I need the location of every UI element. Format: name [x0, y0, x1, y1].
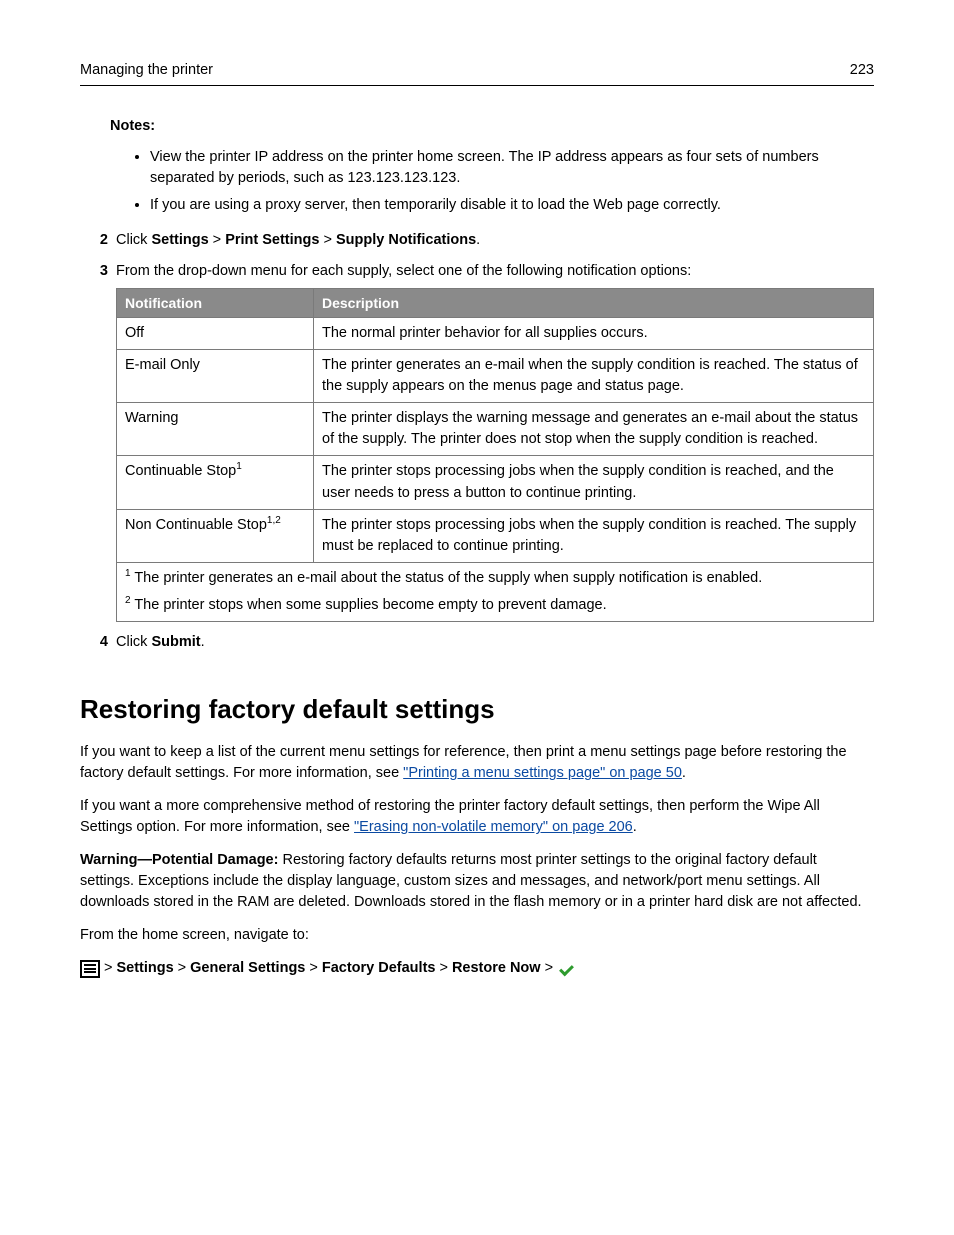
footnote-text: The printer stops when some supplies bec…	[131, 597, 607, 613]
footnote-ref: 1	[236, 462, 242, 473]
text: Continuable Stop	[125, 463, 236, 479]
cell-notification: Off	[117, 318, 314, 350]
text: >	[545, 958, 553, 979]
text: .	[201, 634, 205, 650]
header-title: Managing the printer	[80, 60, 213, 81]
paragraph: If you want to keep a list of the curren…	[80, 742, 874, 784]
link-print-menu-settings[interactable]: "Printing a menu settings page" on page …	[403, 765, 682, 781]
notes-list: View the printer IP address on the print…	[110, 147, 874, 216]
footnote-ref: 1,2	[267, 515, 281, 526]
table-footnotes: 1 The printer generates an e-mail about …	[117, 562, 874, 621]
path-segment: Restore Now	[452, 958, 541, 979]
text: >	[104, 958, 112, 979]
text: >	[309, 958, 317, 979]
step-number: 3	[80, 261, 116, 621]
cell-description: The printer stops processing jobs when t…	[314, 509, 874, 562]
step-number: 2	[80, 230, 116, 251]
text: From the drop-down menu for each supply,…	[116, 263, 691, 279]
col-notification: Notification	[117, 289, 314, 318]
cell-description: The printer stops processing jobs when t…	[314, 456, 874, 509]
page-content: Notes: View the printer IP address on th…	[80, 116, 874, 979]
warning-label: Warning—Potential Damage:	[80, 852, 278, 868]
path-segment: General Settings	[190, 958, 305, 979]
text: >	[439, 958, 447, 979]
step-body: Click Settings > Print Settings > Supply…	[116, 230, 874, 251]
link-erasing-memory[interactable]: "Erasing non-volatile memory" on page 20…	[354, 819, 633, 835]
submit-label: Submit	[151, 634, 200, 650]
check-icon	[557, 961, 575, 977]
page-header: Managing the printer 223	[80, 60, 874, 86]
footnote-text: The printer generates an e-mail about th…	[131, 570, 763, 586]
path-segment: Print Settings	[225, 232, 319, 248]
cell-notification: Continuable Stop1	[117, 456, 314, 509]
notes-label: Notes:	[110, 116, 874, 137]
cell-description: The printer displays the warning message…	[314, 403, 874, 456]
text: .	[633, 819, 637, 835]
col-description: Description	[314, 289, 874, 318]
step-number: 4	[80, 632, 116, 653]
cell-description: The normal printer behavior for all supp…	[314, 318, 874, 350]
text: Click	[116, 232, 151, 248]
table-row: Continuable Stop1The printer stops proce…	[117, 456, 874, 509]
footnote-cell: 1 The printer generates an e-mail about …	[117, 562, 874, 621]
step-2: 2 Click Settings > Print Settings > Supp…	[80, 230, 874, 251]
cell-notification: Non Continuable Stop1,2	[117, 509, 314, 562]
nav-path: > Settings > General Settings > Factory …	[80, 958, 874, 979]
nav-intro: From the home screen, navigate to:	[80, 925, 874, 946]
notification-table: Notification Description OffThe normal p…	[116, 288, 874, 621]
note-item: If you are using a proxy server, then te…	[150, 195, 874, 216]
text: .	[682, 765, 686, 781]
step-body: Click Submit.	[116, 632, 874, 653]
text: >	[209, 232, 226, 248]
cell-description: The printer generates an e-mail when the…	[314, 350, 874, 403]
menu-icon	[80, 960, 100, 978]
text: >	[319, 232, 336, 248]
table-row: E-mail OnlyThe printer generates an e-ma…	[117, 350, 874, 403]
step-4: 4 Click Submit.	[80, 632, 874, 653]
cell-notification: Warning	[117, 403, 314, 456]
path-segment: Factory Defaults	[322, 958, 436, 979]
step-body: From the drop-down menu for each supply,…	[116, 261, 874, 621]
step-3: 3 From the drop-down menu for each suppl…	[80, 261, 874, 621]
text: .	[476, 232, 480, 248]
text: Click	[116, 634, 151, 650]
cell-notification: E-mail Only	[117, 350, 314, 403]
table-row: OffThe normal printer behavior for all s…	[117, 318, 874, 350]
warning-paragraph: Warning—Potential Damage: Restoring fact…	[80, 850, 874, 913]
table-row: WarningThe printer displays the warning …	[117, 403, 874, 456]
section-heading: Restoring factory default settings	[80, 691, 874, 729]
table-row: Non Continuable Stop1,2The printer stops…	[117, 509, 874, 562]
text: Non Continuable Stop	[125, 517, 267, 533]
path-segment: Settings	[151, 232, 208, 248]
paragraph: If you want a more comprehensive method …	[80, 796, 874, 838]
path-segment: Supply Notifications	[336, 232, 476, 248]
path-segment: Settings	[116, 958, 173, 979]
header-page-number: 223	[850, 60, 874, 81]
text: >	[178, 958, 186, 979]
note-item: View the printer IP address on the print…	[150, 147, 874, 189]
